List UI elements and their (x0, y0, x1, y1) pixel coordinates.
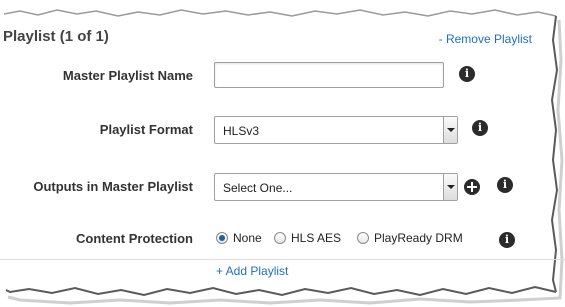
add-circle-icon[interactable] (464, 179, 480, 195)
radio-button[interactable] (274, 232, 286, 244)
outputs-label: Outputs in Master Playlist (33, 179, 193, 194)
outputs-value: Select One... (223, 181, 293, 195)
outputs-row: Outputs in Master Playlist Select One...… (0, 172, 548, 202)
info-icon[interactable]: i (497, 177, 513, 193)
content-protection-row: Content Protection None HLS AES PlayRead… (0, 224, 548, 254)
info-icon[interactable]: i (499, 232, 515, 248)
master-playlist-name-label: Master Playlist Name (62, 68, 193, 83)
playlist-format-row: Playlist Format HLSv3 i (0, 115, 548, 145)
add-playlist-link[interactable]: + Add Playlist (216, 264, 288, 278)
radio-label: HLS AES (291, 231, 342, 245)
radio-button-checked[interactable] (216, 232, 228, 244)
radio-label: None (233, 231, 262, 245)
content-protection-label: Content Protection (76, 231, 193, 246)
radio-button[interactable] (357, 232, 369, 244)
info-icon[interactable]: i (472, 120, 488, 136)
master-playlist-name-row: Master Playlist Name i (0, 61, 548, 91)
info-icon[interactable]: i (459, 66, 475, 82)
outputs-select[interactable]: Select One... (214, 173, 458, 201)
panel-title: Playlist (1 of 1) (3, 28, 109, 45)
dropdown-arrow-icon[interactable] (443, 174, 457, 200)
playlist-header: Playlist (1 of 1) - Remove Playlist (0, 26, 548, 52)
playlist-format-select[interactable]: HLSv3 (214, 116, 458, 144)
playlist-format-value: HLSv3 (223, 124, 260, 138)
radio-label: PlayReady DRM (374, 231, 463, 245)
master-playlist-name-input[interactable] (214, 62, 444, 88)
remove-playlist-link[interactable]: - Remove Playlist (439, 32, 532, 46)
divider (0, 259, 565, 260)
dropdown-arrow-icon[interactable] (443, 117, 457, 143)
playlist-format-label: Playlist Format (99, 122, 193, 137)
